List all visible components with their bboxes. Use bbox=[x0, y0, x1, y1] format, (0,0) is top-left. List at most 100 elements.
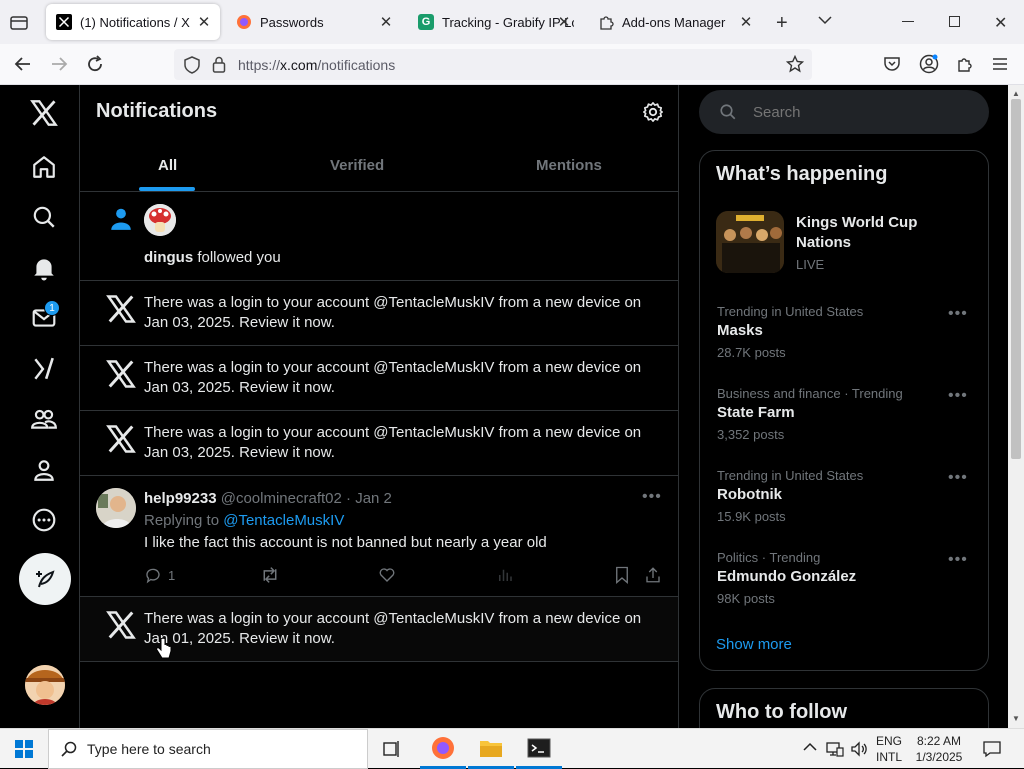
page-scrollbar[interactable]: ▲ ▼ bbox=[1008, 85, 1024, 728]
bookmark-star-icon[interactable] bbox=[786, 55, 804, 73]
show-more-link[interactable]: Show more bbox=[716, 636, 792, 653]
trend-more-icon[interactable]: ••• bbox=[948, 469, 968, 487]
search-box[interactable] bbox=[699, 90, 989, 134]
close-tab-icon[interactable]: ✕ bbox=[378, 14, 394, 31]
login-notification-text: There was a login to your account @Tenta… bbox=[144, 610, 642, 647]
notification-center-icon[interactable] bbox=[982, 739, 1002, 759]
trend-item[interactable]: Trending in United States Robotnik 15.9K… bbox=[717, 468, 987, 524]
chevron-up-icon[interactable] bbox=[803, 742, 817, 752]
login-notification[interactable]: There was a login to your account @Tenta… bbox=[80, 281, 678, 346]
volume-icon[interactable] bbox=[850, 740, 868, 758]
bookmark-icon[interactable] bbox=[614, 566, 630, 584]
close-tab-icon[interactable]: ✕ bbox=[196, 14, 212, 31]
forward-icon[interactable] bbox=[50, 56, 68, 72]
terminal-icon[interactable] bbox=[516, 729, 562, 769]
pocket-icon[interactable] bbox=[883, 56, 901, 72]
follower-avatar[interactable] bbox=[144, 204, 176, 236]
tab-notifications[interactable]: (1) Notifications / X ✕ bbox=[46, 4, 220, 40]
clock[interactable]: 8:22 AM 1/3/2025 bbox=[912, 733, 966, 765]
address-bar[interactable]: https://x.com/notifications bbox=[174, 49, 812, 80]
taskbar-search-box[interactable]: Type here to search bbox=[48, 729, 368, 769]
tab-title: Add-ons Manager bbox=[622, 14, 726, 30]
reply-author-handle[interactable]: @coolminecraft02 bbox=[221, 490, 342, 507]
menu-icon[interactable] bbox=[992, 57, 1008, 71]
messages-mail-icon[interactable]: 1 bbox=[28, 300, 60, 334]
minimize-icon[interactable] bbox=[902, 21, 914, 22]
windows-start-icon[interactable] bbox=[15, 740, 33, 758]
reply-author-avatar[interactable] bbox=[96, 488, 136, 528]
profile-icon[interactable] bbox=[28, 454, 60, 486]
account-icon[interactable] bbox=[919, 54, 939, 74]
grok-icon[interactable] bbox=[28, 353, 60, 385]
share-icon[interactable] bbox=[644, 566, 662, 584]
network-icon[interactable] bbox=[826, 740, 844, 758]
replying-to-handle[interactable]: @TentacleMuskIV bbox=[223, 512, 344, 529]
follower-name[interactable]: dingus bbox=[144, 249, 193, 266]
reply-action[interactable]: 1 bbox=[144, 566, 175, 584]
trend-count: 28.7K posts bbox=[717, 345, 786, 360]
x-logo-icon bbox=[106, 295, 136, 325]
tab-addons[interactable]: Add-ons Manager ✕ bbox=[588, 4, 762, 40]
trend-item[interactable]: Business and finance · Trending State Fa… bbox=[717, 386, 987, 442]
featured-event[interactable]: Kings World Cup Nations LIVE bbox=[716, 211, 976, 277]
trend-item[interactable]: Trending in United States Masks 28.7K po… bbox=[717, 304, 987, 360]
back-icon[interactable] bbox=[14, 56, 32, 72]
new-tab-icon[interactable]: + bbox=[776, 12, 788, 35]
login-notification[interactable]: There was a login to your account @Tenta… bbox=[80, 411, 678, 476]
close-tab-icon[interactable]: ✕ bbox=[738, 14, 754, 31]
more-circle-icon[interactable] bbox=[28, 504, 60, 536]
scroll-thumb[interactable] bbox=[1011, 99, 1021, 459]
communities-icon[interactable] bbox=[28, 403, 60, 435]
lock-icon[interactable] bbox=[212, 56, 226, 73]
follow-notification[interactable]: dingus followed you bbox=[80, 192, 678, 281]
trend-meta: Trending in United States bbox=[717, 304, 864, 319]
input-language[interactable]: ENG INTL bbox=[876, 733, 902, 765]
scroll-down-icon[interactable]: ▼ bbox=[1012, 714, 1020, 723]
tab-title: Tracking - Grabify IP Lo bbox=[442, 14, 574, 30]
home-icon[interactable] bbox=[28, 151, 60, 183]
chevron-down-icon[interactable] bbox=[817, 14, 833, 26]
page-title: Notifications bbox=[96, 100, 218, 122]
login-notification-text: There was a login to your account @Tenta… bbox=[144, 424, 642, 461]
reply-post[interactable]: help99233 @coolminecraft02 · Jan 2 ••• R… bbox=[80, 476, 678, 597]
x-logo-icon[interactable] bbox=[28, 97, 60, 129]
explore-search-icon[interactable] bbox=[28, 201, 60, 233]
tab-grabify[interactable]: G Tracking - Grabify IP Lo ✕ bbox=[408, 4, 580, 40]
x-logo-icon bbox=[106, 360, 136, 390]
notifications-bell-icon[interactable] bbox=[28, 252, 60, 284]
task-view-icon[interactable] bbox=[382, 740, 402, 758]
tab-mentions[interactable]: Mentions bbox=[536, 157, 602, 174]
trend-more-icon[interactable]: ••• bbox=[948, 551, 968, 569]
reply-more-icon[interactable]: ••• bbox=[642, 488, 662, 506]
login-notification[interactable]: There was a login to your account @Tenta… bbox=[80, 346, 678, 411]
extensions-icon[interactable] bbox=[956, 55, 974, 73]
tab-list-icon[interactable] bbox=[10, 14, 28, 30]
trend-name: State Farm bbox=[717, 404, 795, 421]
compose-post-button[interactable] bbox=[19, 553, 71, 605]
settings-gear-icon[interactable] bbox=[642, 101, 664, 123]
tab-title: Passwords bbox=[260, 14, 324, 30]
trend-item[interactable]: Politics · Trending Edmundo González 98K… bbox=[717, 550, 987, 606]
reply-author-name[interactable]: help99233 bbox=[144, 490, 217, 507]
like-heart-icon[interactable] bbox=[378, 566, 396, 584]
reload-icon[interactable] bbox=[86, 55, 104, 73]
scroll-up-icon[interactable]: ▲ bbox=[1012, 89, 1020, 98]
file-explorer-icon[interactable] bbox=[468, 729, 514, 769]
views-chart-icon[interactable] bbox=[496, 566, 514, 584]
maximize-icon[interactable] bbox=[949, 16, 960, 27]
reply-date[interactable]: Jan 2 bbox=[355, 490, 392, 507]
close-tab-icon[interactable]: ✕ bbox=[556, 14, 572, 31]
shield-icon[interactable] bbox=[184, 56, 200, 74]
tab-verified[interactable]: Verified bbox=[330, 157, 384, 174]
trend-name: Edmundo González bbox=[717, 568, 857, 585]
trend-more-icon[interactable]: ••• bbox=[948, 305, 968, 323]
account-avatar[interactable] bbox=[25, 665, 65, 705]
trend-more-icon[interactable]: ••• bbox=[948, 387, 968, 405]
x-favicon-icon bbox=[56, 14, 72, 30]
firefox-taskbar-icon[interactable] bbox=[420, 729, 466, 769]
search-input[interactable] bbox=[753, 100, 973, 124]
repost-icon[interactable] bbox=[260, 566, 280, 584]
tab-all[interactable]: All bbox=[158, 157, 177, 174]
close-window-icon[interactable]: ✕ bbox=[994, 13, 1007, 33]
tab-passwords[interactable]: Passwords ✕ bbox=[226, 4, 402, 40]
